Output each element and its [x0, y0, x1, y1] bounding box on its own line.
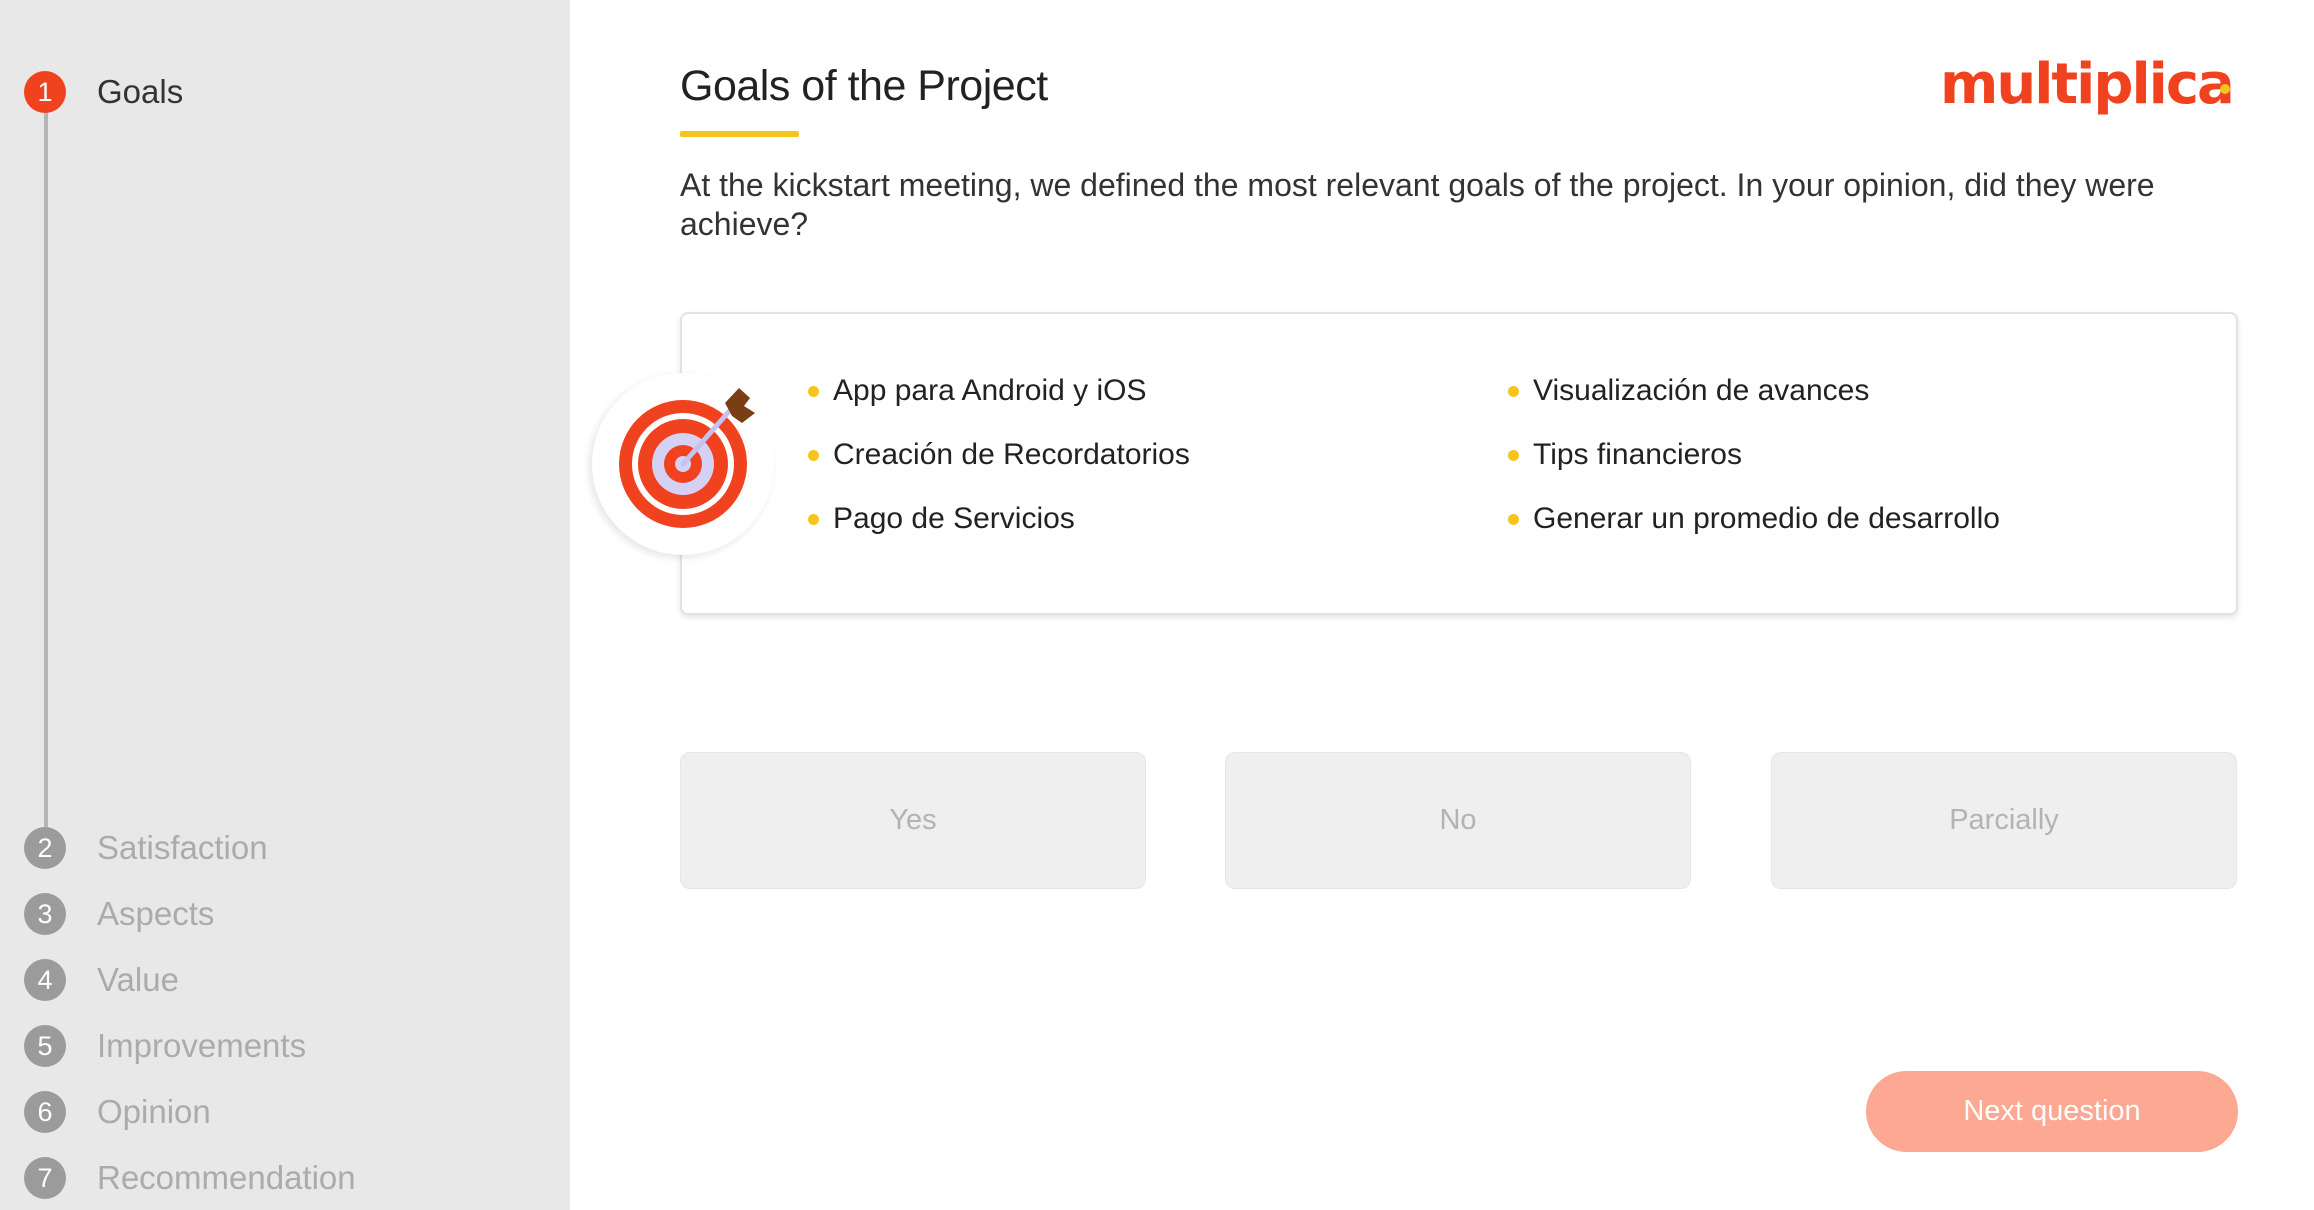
answer-no-button[interactable]: No: [1225, 752, 1691, 889]
goal-item: Visualización de avances: [1508, 374, 1869, 408]
goal-item: Creación de Recordatorios: [808, 438, 1190, 472]
step-improvements[interactable]: 5 Improvements: [24, 1024, 306, 1068]
bullet-icon: [808, 385, 819, 397]
goal-item: Pago de Servicios: [808, 502, 1075, 536]
step-label: Recommendation: [97, 1159, 356, 1196]
step-opinion[interactable]: 6 Opinion: [24, 1090, 211, 1134]
bullet-icon: [808, 513, 819, 525]
answer-yes-button[interactable]: Yes: [680, 752, 1146, 889]
step-number: 7: [24, 1157, 66, 1199]
step-number: 2: [24, 827, 66, 869]
step-label: Goals: [97, 73, 184, 110]
goal-text: Pago de Servicios: [833, 502, 1075, 535]
progress-line: [44, 92, 48, 830]
goals-card: App para Android y iOS Creación de Recor…: [680, 312, 2238, 615]
goal-item: App para Android y iOS: [808, 374, 1147, 408]
step-goals[interactable]: 1 Goals: [24, 70, 183, 114]
bullet-icon: [1508, 513, 1519, 525]
step-satisfaction[interactable]: 2 Satisfaction: [24, 826, 268, 870]
goal-text: App para Android y iOS: [833, 374, 1147, 407]
step-label: Value: [97, 961, 179, 998]
step-number: 6: [24, 1091, 66, 1133]
goal-item: Generar un promedio de desarrollo: [1508, 502, 2000, 536]
goal-text: Creación de Recordatorios: [833, 438, 1190, 471]
multiplica-logo: multiplica: [1940, 52, 2235, 117]
goal-text: Tips financieros: [1533, 438, 1742, 471]
step-number: 3: [24, 893, 66, 935]
target-icon: [592, 373, 774, 555]
bullet-icon: [1508, 385, 1519, 397]
bullet-icon: [808, 449, 819, 461]
step-number: 4: [24, 959, 66, 1001]
step-label: Opinion: [97, 1093, 211, 1130]
logo-dot: [2220, 84, 2230, 94]
step-aspects[interactable]: 3 Aspects: [24, 892, 214, 936]
answer-partially-button[interactable]: Parcially: [1771, 752, 2237, 889]
step-number: 5: [24, 1025, 66, 1067]
step-number: 1: [24, 71, 66, 113]
step-recommendation[interactable]: 7 Recommendation: [24, 1156, 356, 1200]
main-content: Goals of the Project multiplica At the k…: [570, 0, 2314, 1210]
goal-text: Visualización de avances: [1533, 374, 1870, 407]
step-value[interactable]: 4 Value: [24, 958, 179, 1002]
title-underline: [680, 131, 799, 137]
page-title: Goals of the Project: [680, 62, 1048, 110]
step-label: Aspects: [97, 895, 215, 932]
step-label: Satisfaction: [97, 829, 268, 866]
question-text: At the kickstart meeting, we defined the…: [680, 167, 2155, 242]
sidebar: 1 Goals 2 Satisfaction 3 Aspects 4 Value…: [0, 0, 570, 1210]
goal-item: Tips financieros: [1508, 438, 1742, 472]
bullet-icon: [1508, 449, 1519, 461]
next-question-button[interactable]: Next question: [1866, 1071, 2238, 1152]
step-label: Improvements: [97, 1027, 307, 1064]
goal-text: Generar un promedio de desarrollo: [1533, 502, 2000, 535]
